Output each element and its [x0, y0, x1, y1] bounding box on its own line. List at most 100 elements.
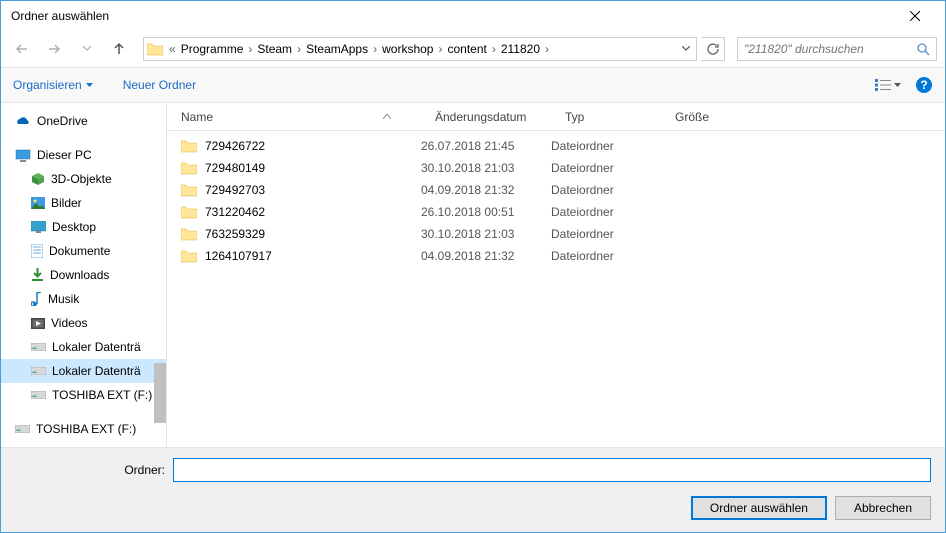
sidebar-label: Lokaler Datenträ [52, 340, 141, 354]
help-button[interactable]: ? [915, 76, 933, 94]
file-name: 731220462 [205, 205, 265, 219]
file-date: 04.09.2018 21:32 [421, 249, 551, 263]
chevron-right-icon: › [245, 42, 255, 56]
sidebar-3dobjects[interactable]: 3D-Objekte [1, 167, 166, 191]
sort-asc-icon [383, 114, 391, 119]
breadcrumb-item[interactable]: Programme [179, 38, 246, 60]
file-row[interactable]: 76325932930.10.2018 21:03Dateiordner [167, 223, 945, 245]
column-label: Name [181, 110, 213, 124]
file-row[interactable]: 73122046226.10.2018 00:51Dateiordner [167, 201, 945, 223]
file-name: 729480149 [205, 161, 265, 175]
folder-icon [181, 227, 197, 241]
column-size[interactable]: Größe [661, 110, 751, 124]
chevron-right-icon: › [489, 42, 499, 56]
file-type: Dateiordner [551, 205, 661, 219]
breadcrumb-ellipsis[interactable]: « [166, 42, 179, 56]
column-headers: Name Änderungsdatum Typ Größe [167, 103, 945, 131]
sidebar: OneDrive Dieser PC 3D-Objekte Bilder Des… [1, 103, 167, 447]
music-icon [31, 292, 42, 306]
column-type[interactable]: Typ [551, 110, 661, 124]
toolbar: Organisieren Neuer Ordner ? [1, 67, 945, 103]
breadcrumb-item[interactable]: SteamApps [304, 38, 370, 60]
chevron-down-icon [83, 46, 91, 52]
column-name[interactable]: Name [167, 110, 421, 124]
file-date: 04.09.2018 21:32 [421, 183, 551, 197]
search-box[interactable] [737, 37, 937, 61]
sidebar-desktop[interactable]: Desktop [1, 215, 166, 239]
select-folder-button[interactable]: Ordner auswählen [691, 496, 827, 520]
new-folder-label: Neuer Ordner [123, 78, 196, 92]
breadcrumb-item[interactable]: 211820 [499, 38, 542, 60]
drive-icon [31, 343, 46, 351]
sidebar-label: TOSHIBA EXT (F:) [36, 422, 136, 436]
main-area: OneDrive Dieser PC 3D-Objekte Bilder Des… [1, 103, 945, 447]
desktop-icon [31, 221, 46, 233]
downloads-icon [31, 268, 44, 282]
navbar: « Programme › Steam › SteamApps › worksh… [1, 31, 945, 67]
column-label: Größe [675, 110, 709, 124]
file-row[interactable]: 72942672226.07.2018 21:45Dateiordner [167, 135, 945, 157]
sidebar-label: TOSHIBA EXT (F:) [52, 388, 152, 402]
arrow-right-icon [47, 43, 63, 55]
column-label: Änderungsdatum [435, 110, 526, 124]
sidebar-toshiba1[interactable]: TOSHIBA EXT (F:) [1, 383, 166, 407]
chevron-right-icon: › [294, 42, 304, 56]
folder-input[interactable] [173, 458, 931, 482]
onedrive-icon [15, 116, 31, 127]
refresh-button[interactable] [701, 37, 725, 61]
view-mode-button[interactable] [875, 79, 901, 91]
chevron-right-icon: › [542, 42, 552, 56]
breadcrumb[interactable]: « Programme › Steam › SteamApps › worksh… [143, 37, 697, 61]
arrow-up-icon [113, 42, 125, 56]
recent-dropdown[interactable] [73, 37, 101, 61]
folder-icon [144, 38, 166, 60]
refresh-icon [706, 42, 720, 56]
back-button[interactable] [9, 37, 37, 61]
sidebar-documents[interactable]: Dokumente [1, 239, 166, 263]
folder-icon [181, 249, 197, 263]
sidebar-label: Bilder [51, 196, 82, 210]
sidebar-downloads[interactable]: Downloads [1, 263, 166, 287]
sidebar-label: Lokaler Datenträ [52, 364, 141, 378]
sidebar-onedrive[interactable]: OneDrive [1, 109, 166, 133]
breadcrumb-item[interactable]: Steam [255, 38, 294, 60]
sidebar-localdisk1[interactable]: Lokaler Datenträ [1, 335, 166, 359]
caret-down-icon [894, 83, 901, 87]
sidebar-label: 3D-Objekte [51, 172, 112, 186]
close-button[interactable] [892, 1, 937, 31]
sidebar-music[interactable]: Musik [1, 287, 166, 311]
drive-icon [31, 391, 46, 399]
sidebar-label: Desktop [52, 220, 96, 234]
search-input[interactable] [744, 42, 917, 56]
breadcrumb-item[interactable]: content [445, 38, 488, 60]
cancel-button[interactable]: Abbrechen [835, 496, 931, 520]
file-type: Dateiordner [551, 139, 661, 153]
svg-text:?: ? [920, 78, 927, 92]
scrollbar-thumb[interactable] [154, 363, 166, 423]
breadcrumb-item[interactable]: workshop [380, 38, 435, 60]
view-list-icon [875, 79, 891, 91]
sidebar-localdisk2[interactable]: Lokaler Datenträ [1, 359, 166, 383]
sidebar-thispc[interactable]: Dieser PC [1, 143, 166, 167]
file-type: Dateiordner [551, 161, 661, 175]
sidebar-label: Dokumente [49, 244, 110, 258]
forward-button[interactable] [41, 37, 69, 61]
sidebar-toshiba2[interactable]: TOSHIBA EXT (F:) [1, 417, 166, 441]
up-button[interactable] [105, 37, 133, 61]
file-name: 729426722 [205, 139, 265, 153]
sidebar-label: Downloads [50, 268, 109, 282]
folder-icon [181, 161, 197, 175]
sidebar-pictures[interactable]: Bilder [1, 191, 166, 215]
file-name: 763259329 [205, 227, 265, 241]
column-date[interactable]: Änderungsdatum [421, 110, 551, 124]
new-folder-button[interactable]: Neuer Ordner [123, 78, 196, 92]
file-row[interactable]: 72949270304.09.2018 21:32Dateiordner [167, 179, 945, 201]
chevron-right-icon: › [435, 42, 445, 56]
breadcrumb-history-dropdown[interactable] [676, 46, 696, 52]
file-row[interactable]: 72948014930.10.2018 21:03Dateiordner [167, 157, 945, 179]
organize-button[interactable]: Organisieren [13, 78, 93, 92]
column-label: Typ [565, 110, 584, 124]
file-row[interactable]: 126410791704.09.2018 21:32Dateiordner [167, 245, 945, 267]
file-name: 729492703 [205, 183, 265, 197]
sidebar-videos[interactable]: Videos [1, 311, 166, 335]
